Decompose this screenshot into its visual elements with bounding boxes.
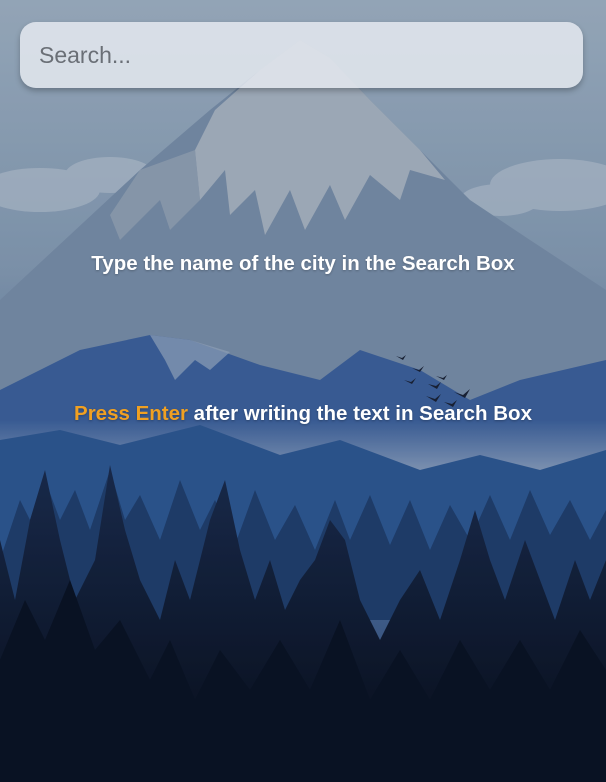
- hint-type-city-name: Type the name of the city in the Search …: [91, 252, 515, 275]
- hint-press-enter: Press Enter after writing the text in Se…: [0, 402, 606, 426]
- mountain-forest-background: [0, 0, 606, 782]
- press-enter-highlight: Press Enter: [74, 402, 188, 425]
- search-input[interactable]: [20, 22, 583, 88]
- hint-press-enter-rest: after writing the text in Search Box: [187, 402, 532, 425]
